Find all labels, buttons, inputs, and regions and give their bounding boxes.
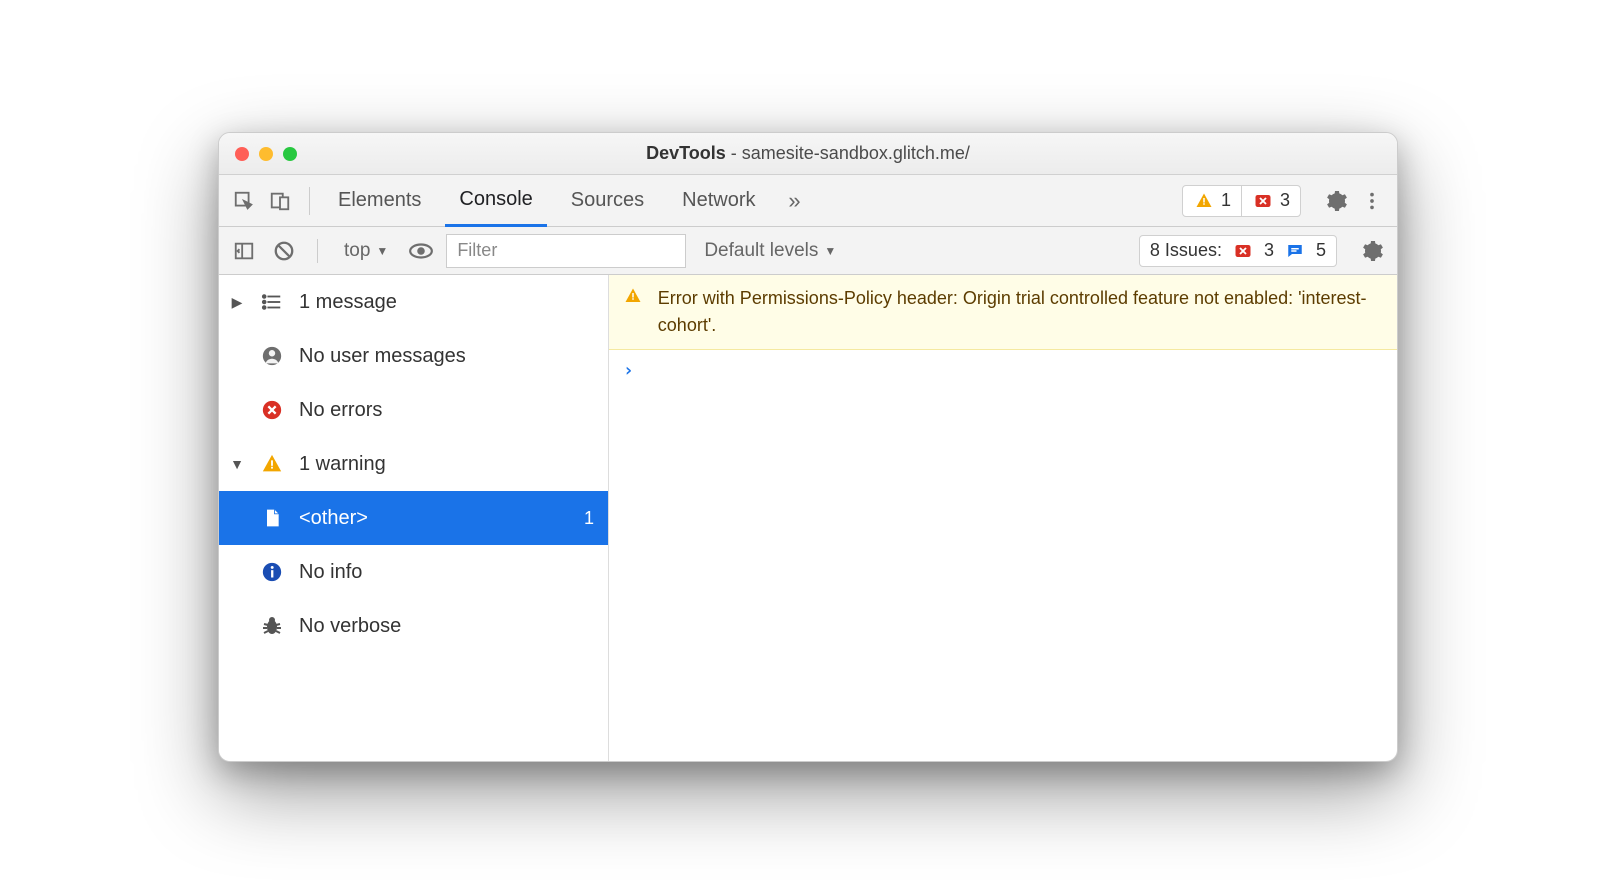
context-selector[interactable]: top▼ [336, 236, 396, 266]
collapse-icon: ▼ [229, 456, 245, 472]
sidebar-info[interactable]: No info [219, 545, 608, 599]
tab-sources[interactable]: Sources [557, 175, 658, 227]
close-window-button[interactable] [235, 147, 249, 161]
bug-icon [259, 613, 285, 639]
toggle-sidebar-icon[interactable] [229, 236, 259, 266]
sidebar-other[interactable]: <other> 1 [219, 491, 608, 545]
tab-console[interactable]: Console [445, 175, 546, 227]
warning-icon [259, 451, 285, 477]
device-toolbar-icon[interactable] [265, 186, 295, 216]
message-icon [1284, 240, 1306, 262]
settings-icon[interactable] [1321, 186, 1351, 216]
console-sidebar: ▶ 1 message No user messages No errors ▼… [219, 275, 609, 761]
error-icon [259, 397, 285, 423]
inspect-element-icon[interactable] [229, 186, 259, 216]
issues-badge-group[interactable]: 1 3 [1182, 185, 1301, 217]
console-prompt[interactable]: › [609, 350, 1397, 391]
log-levels-selector[interactable]: Default levels▼ [696, 236, 844, 266]
console-filter-bar: top▼ Default levels▼ 8 Issues: 3 5 [219, 227, 1397, 275]
minimize-window-button[interactable] [259, 147, 273, 161]
maximize-window-button[interactable] [283, 147, 297, 161]
sidebar-messages[interactable]: ▶ 1 message [219, 275, 608, 329]
window-title: DevTools - samesite-sandbox.glitch.me/ [219, 143, 1397, 164]
issues-button[interactable]: 8 Issues: 3 5 [1139, 235, 1337, 267]
sidebar-user-messages[interactable]: No user messages [219, 329, 608, 383]
expand-icon: ▶ [229, 294, 245, 311]
console-output: Error with Permissions-Policy header: Or… [609, 275, 1397, 761]
devtools-window: DevTools - samesite-sandbox.glitch.me/ E… [218, 132, 1398, 762]
titlebar: DevTools - samesite-sandbox.glitch.me/ [219, 133, 1397, 175]
warning-icon [1193, 190, 1215, 212]
sidebar-warnings[interactable]: ▼ 1 warning [219, 437, 608, 491]
error-icon [1252, 190, 1274, 212]
panel-tabs: Elements Console Sources Network » [324, 175, 810, 227]
clear-console-icon[interactable] [269, 236, 299, 266]
sidebar-errors[interactable]: No errors [219, 383, 608, 437]
more-options-icon[interactable] [1357, 186, 1387, 216]
file-icon [259, 505, 285, 531]
console-warning-row[interactable]: Error with Permissions-Policy header: Or… [609, 275, 1397, 350]
more-tabs-icon[interactable]: » [780, 186, 810, 216]
list-icon [259, 289, 285, 315]
main-toolbar: Elements Console Sources Network » 1 3 [219, 175, 1397, 227]
live-expression-icon[interactable] [406, 236, 436, 266]
log-message-text: Error with Permissions-Policy header: Or… [658, 285, 1383, 339]
warnings-count: 1 [1221, 190, 1231, 211]
warning-icon [623, 285, 644, 307]
tab-network[interactable]: Network [668, 175, 769, 227]
user-icon [259, 343, 285, 369]
tab-elements[interactable]: Elements [324, 175, 435, 227]
errors-count: 3 [1280, 190, 1290, 211]
info-icon [259, 559, 285, 585]
error-icon [1232, 240, 1254, 262]
sidebar-verbose[interactable]: No verbose [219, 599, 608, 653]
filter-input[interactable] [446, 234, 686, 268]
console-settings-icon[interactable] [1357, 236, 1387, 266]
